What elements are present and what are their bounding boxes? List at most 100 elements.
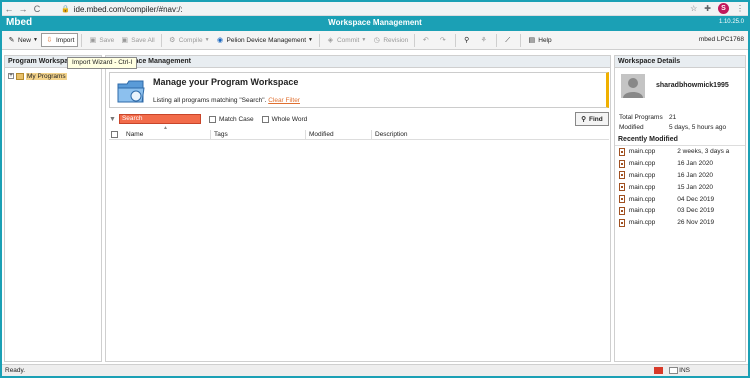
target-selector[interactable]: mbed LPC1768 xyxy=(699,36,744,43)
username[interactable]: sharadbhowmick1995 xyxy=(656,82,729,89)
chevron-down-icon: ▼ xyxy=(33,37,38,43)
recent-file-name: main.cpp xyxy=(628,160,656,168)
revision-button[interactable]: ◷ Revision xyxy=(369,33,411,47)
pelion-button[interactable]: ◉ Pelion Device Management ▼ xyxy=(213,33,316,47)
back-icon[interactable]: ← xyxy=(2,4,16,14)
app-titlebar: Mbed Workspace Management 1.10.25.0 xyxy=(2,16,748,31)
help-book-icon: ▤ xyxy=(528,36,536,44)
workspace-details-panel: Workspace Details sharadbhowmick1995 Tot… xyxy=(614,55,746,362)
toolbar-divider xyxy=(318,33,320,47)
browser-menu-icon[interactable]: ⋮ xyxy=(736,4,744,13)
find-tool-button[interactable]: ⚲ xyxy=(459,33,476,47)
recent-item[interactable]: main.cpp 04 Dec 2019 xyxy=(615,193,745,205)
recent-item[interactable]: main.cpp 2 weeks, 3 days a xyxy=(615,146,745,158)
cpp-file-icon xyxy=(619,206,625,215)
save-button[interactable]: ▣ Save xyxy=(85,33,117,47)
status-text: Ready. xyxy=(5,367,26,374)
reload-icon[interactable]: C xyxy=(30,4,44,14)
extensions-icon[interactable]: ✚ xyxy=(704,4,711,13)
address-bar[interactable]: 🔒 ide.mbed.com/compiler/#nav:/: xyxy=(53,3,693,15)
recent-file-name: main.cpp xyxy=(628,195,656,203)
workspace-management-title: Workspace Management xyxy=(106,56,610,68)
lock-icon: 🔒 xyxy=(61,6,70,13)
commit-button[interactable]: ◈ Commit ▼ xyxy=(323,33,369,47)
commit-icon: ◈ xyxy=(327,36,334,44)
import-icon: ⇩ xyxy=(46,36,53,44)
checkbox-box[interactable] xyxy=(208,115,216,123)
whole-word-checkbox[interactable]: Whole Word xyxy=(261,115,308,123)
import-label: Import xyxy=(55,36,75,44)
save-all-icon: ▣ xyxy=(121,36,129,44)
format-button[interactable]: ⚘ xyxy=(476,33,493,47)
tools-button[interactable]: ⟋ xyxy=(500,33,517,47)
forward-icon[interactable]: → xyxy=(16,4,30,14)
cpp-file-icon xyxy=(619,218,625,227)
compile-button[interactable]: ⚙ Compile ▼ xyxy=(165,33,213,47)
bookmark-star-icon[interactable]: ☆ xyxy=(690,4,697,13)
recent-item[interactable]: main.cpp 26 Nov 2019 xyxy=(615,217,745,229)
pelion-icon: ◉ xyxy=(216,36,224,44)
program-table-header: Name Tags Modified Description xyxy=(109,129,609,140)
program-workspace-panel: Program Workspace + My Programs xyxy=(4,55,102,362)
select-all-checkbox[interactable] xyxy=(111,131,118,138)
column-name[interactable]: Name xyxy=(123,129,211,140)
compile-icon: ⚙ xyxy=(169,36,176,44)
search-input[interactable]: Search xyxy=(118,114,201,124)
main-toolbar: ✎ New ▼ ⇩ Import ▣ Save ▣ Save All ⚙ Com… xyxy=(2,31,748,50)
help-label: Help xyxy=(538,36,552,44)
import-tooltip: Import Wizard - Ctrl-I xyxy=(67,57,138,69)
user-avatar-icon xyxy=(621,74,645,98)
recent-item[interactable]: main.cpp 15 Jan 2020 xyxy=(615,181,745,193)
column-tags[interactable]: Tags xyxy=(211,129,306,140)
save-all-label: Save All xyxy=(131,36,155,44)
pelion-label: Pelion Device Management xyxy=(226,36,307,44)
cpp-file-icon xyxy=(619,147,625,156)
recent-file-date: 04 Dec 2019 xyxy=(677,195,715,203)
new-button[interactable]: ✎ New ▼ xyxy=(4,33,41,47)
toolbar-divider xyxy=(520,33,522,47)
import-button[interactable]: ⇩ Import xyxy=(40,33,79,47)
toolbar-divider xyxy=(455,33,457,47)
toolbar-divider xyxy=(414,33,416,47)
tree-item-my-programs[interactable]: + My Programs xyxy=(5,71,101,81)
recent-file-name: main.cpp xyxy=(628,148,656,156)
redo-button[interactable]: ↷ xyxy=(435,33,452,47)
modified-label: Modified xyxy=(619,123,644,131)
format-icon: ⚘ xyxy=(480,36,487,44)
browser-bar: ← → C 🔒 ide.mbed.com/compiler/#nav:/: ☆ … xyxy=(2,2,748,16)
cpp-file-icon xyxy=(619,183,625,192)
find-button[interactable]: ⚲ Find xyxy=(575,112,609,126)
save-all-button[interactable]: ▣ Save All xyxy=(117,33,158,47)
profile-avatar[interactable]: S xyxy=(718,3,729,14)
revision-label: Revision xyxy=(383,36,409,44)
recent-item[interactable]: main.cpp 16 Jan 2020 xyxy=(615,170,745,182)
match-case-checkbox[interactable]: Match Case xyxy=(208,115,254,123)
info-box: Manage your Program Workspace Listing al… xyxy=(109,72,609,108)
column-description[interactable]: Description xyxy=(372,130,492,140)
help-button[interactable]: ▤ Help xyxy=(524,33,554,47)
workspace-details-title: Workspace Details xyxy=(615,56,745,68)
checkbox-box[interactable] xyxy=(261,115,269,123)
cpp-file-icon xyxy=(619,195,625,204)
expand-icon[interactable]: + xyxy=(8,73,14,79)
undo-button[interactable]: ↶ xyxy=(418,33,435,47)
cpp-file-icon xyxy=(619,171,625,180)
chevron-down-icon: ▼ xyxy=(361,37,367,43)
status-bar: Ready. INS xyxy=(2,364,748,376)
recent-item[interactable]: main.cpp 03 Dec 2019 xyxy=(615,205,745,217)
redo-icon: ↷ xyxy=(439,36,446,44)
chevron-down-icon: ▼ xyxy=(308,37,313,43)
recent-item[interactable]: main.cpp 16 Jan 2020 xyxy=(615,158,745,170)
wand-icon: ⟋ xyxy=(505,36,511,44)
whole-word-label: Whole Word xyxy=(271,115,308,123)
find-label: Find xyxy=(589,115,603,123)
commit-label: Commit xyxy=(336,36,360,44)
recent-file-date: 26 Nov 2019 xyxy=(677,219,715,227)
recent-file-date: 03 Dec 2019 xyxy=(677,207,715,215)
info-heading: Manage your Program Workspace xyxy=(153,77,299,87)
column-modified[interactable]: Modified xyxy=(306,129,372,140)
tree-item-label: My Programs xyxy=(26,72,67,80)
clear-filter-link[interactable]: Clear Filter xyxy=(268,97,300,104)
folder-icon xyxy=(16,72,24,80)
app-version: 1.10.25.0 xyxy=(718,19,744,25)
